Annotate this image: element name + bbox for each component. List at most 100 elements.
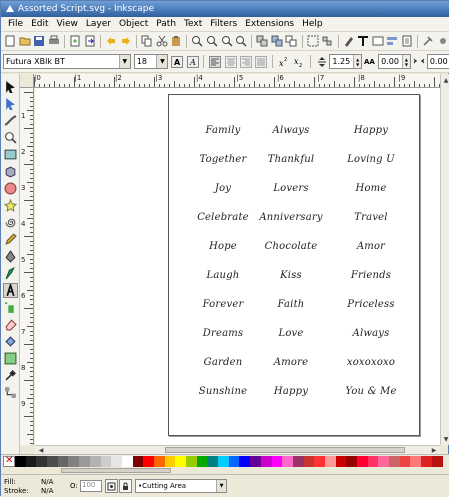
script-word[interactable]: Lovers bbox=[273, 183, 308, 194]
script-word[interactable]: Happy bbox=[274, 386, 308, 397]
script-word[interactable]: Amore bbox=[274, 357, 308, 368]
color-swatch[interactable] bbox=[218, 455, 229, 467]
color-swatch[interactable] bbox=[346, 455, 357, 467]
spin-arrows-icon[interactable]: ▲ ▼ bbox=[353, 55, 362, 68]
duplicate-icon[interactable] bbox=[256, 34, 269, 48]
menu-view[interactable]: View bbox=[53, 19, 82, 29]
unlink-clone-icon[interactable] bbox=[285, 34, 298, 48]
menu-text[interactable]: Text bbox=[180, 19, 206, 29]
italic-icon[interactable]: A bbox=[186, 55, 199, 69]
script-word[interactable]: Amor bbox=[357, 241, 385, 252]
redo-icon[interactable] bbox=[119, 34, 132, 48]
new-document-icon[interactable] bbox=[4, 34, 17, 48]
dropdown-arrow-icon[interactable]: ▼ bbox=[156, 55, 168, 68]
align-left-icon[interactable] bbox=[208, 55, 222, 69]
more-icon[interactable] bbox=[437, 34, 449, 48]
menu-edit[interactable]: Edit bbox=[27, 19, 52, 29]
script-word[interactable]: Family bbox=[206, 125, 241, 136]
color-swatch[interactable] bbox=[357, 455, 368, 467]
dropper-tool-icon[interactable] bbox=[3, 368, 18, 383]
color-swatch[interactable] bbox=[410, 455, 422, 467]
node-tool-icon[interactable] bbox=[3, 96, 18, 111]
group-icon[interactable] bbox=[307, 34, 320, 48]
undo-icon[interactable] bbox=[105, 34, 118, 48]
paint-bucket-tool-icon[interactable] bbox=[3, 334, 18, 349]
export-icon[interactable] bbox=[83, 34, 96, 48]
color-swatch[interactable] bbox=[15, 455, 26, 467]
color-swatch[interactable] bbox=[303, 455, 315, 467]
ungroup-icon[interactable] bbox=[321, 34, 334, 48]
script-word[interactable]: Anniversary bbox=[259, 212, 322, 223]
gradient-tool-icon[interactable] bbox=[3, 351, 18, 366]
preferences-icon[interactable] bbox=[422, 34, 435, 48]
eraser-tool-icon[interactable] bbox=[3, 317, 18, 332]
document-page[interactable]: Family Always Happy Together Thankful Loving … bbox=[168, 94, 420, 436]
script-word[interactable]: Faith bbox=[278, 299, 305, 310]
scroll-right-icon[interactable]: ▶ bbox=[430, 446, 438, 454]
word-spacing-field[interactable]: 0.00 bbox=[426, 54, 449, 69]
dropdown-arrow-icon[interactable]: ▼ bbox=[118, 55, 130, 68]
paste-icon[interactable] bbox=[170, 34, 183, 48]
color-swatch[interactable] bbox=[121, 455, 133, 467]
color-swatch[interactable] bbox=[47, 455, 58, 467]
text-tool-icon[interactable] bbox=[3, 283, 18, 298]
script-word[interactable]: Chocolate bbox=[265, 241, 318, 252]
color-swatch[interactable] bbox=[378, 455, 390, 467]
script-word[interactable]: Travel bbox=[354, 212, 387, 223]
selector-tool-icon[interactable] bbox=[3, 79, 18, 94]
vertical-ruler[interactable]: 1 2 3 4 5 6 7 8 9 bbox=[20, 88, 34, 445]
color-swatch[interactable] bbox=[57, 455, 69, 467]
script-word[interactable]: Hope bbox=[209, 241, 237, 252]
layer-lock-icon[interactable] bbox=[119, 479, 132, 493]
import-icon[interactable] bbox=[69, 34, 82, 48]
color-swatch[interactable] bbox=[89, 455, 101, 467]
document-properties-icon[interactable] bbox=[401, 34, 414, 48]
star-tool-icon[interactable] bbox=[3, 198, 18, 213]
zoom-page-icon[interactable] bbox=[220, 34, 233, 48]
menu-filters[interactable]: Filters bbox=[206, 19, 241, 29]
align-distribute-icon[interactable] bbox=[386, 34, 399, 48]
color-swatch[interactable] bbox=[431, 455, 443, 467]
script-word[interactable]: You & Me bbox=[345, 386, 396, 397]
align-center-icon[interactable] bbox=[224, 55, 237, 69]
zoom-width-icon[interactable] bbox=[235, 34, 248, 48]
script-word[interactable]: xoxoxoxo bbox=[347, 357, 395, 368]
spin-arrows-icon[interactable]: ▲ ▼ bbox=[401, 55, 410, 68]
line-spacing-field[interactable]: 1.25 ▲ ▼ bbox=[329, 54, 363, 69]
scroll-thumb[interactable] bbox=[165, 447, 405, 453]
color-swatch[interactable] bbox=[164, 455, 176, 467]
menu-extensions[interactable]: Extensions bbox=[241, 19, 298, 29]
pen-tool-icon[interactable] bbox=[3, 249, 18, 264]
clone-icon[interactable] bbox=[271, 34, 284, 48]
menu-file[interactable]: File bbox=[4, 19, 27, 29]
script-word[interactable]: Dreams bbox=[203, 328, 244, 339]
color-swatch[interactable] bbox=[335, 455, 347, 467]
menu-path[interactable]: Path bbox=[152, 19, 180, 29]
opacity-field[interactable]: 100 bbox=[80, 480, 102, 492]
fill-value[interactable]: N/A bbox=[41, 478, 53, 486]
script-word[interactable]: Laugh bbox=[207, 270, 240, 281]
text-font-icon[interactable] bbox=[357, 34, 370, 48]
dropdown-arrow-icon[interactable]: ▼ bbox=[216, 480, 226, 492]
script-word[interactable]: Forever bbox=[203, 299, 244, 310]
color-swatch[interactable] bbox=[399, 455, 411, 467]
script-word[interactable]: Kiss bbox=[280, 270, 302, 281]
scroll-left-icon[interactable]: ◀ bbox=[37, 446, 45, 454]
vertical-scrollbar[interactable]: ▲ ▼ bbox=[440, 74, 449, 445]
align-right-icon[interactable] bbox=[239, 55, 252, 69]
script-word[interactable]: Sunshine bbox=[199, 386, 247, 397]
color-swatch[interactable] bbox=[292, 455, 304, 467]
color-swatch[interactable] bbox=[143, 455, 154, 467]
bold-icon[interactable]: A bbox=[170, 55, 184, 69]
spiral-tool-icon[interactable] bbox=[3, 215, 18, 230]
color-swatch[interactable] bbox=[314, 455, 325, 467]
color-swatch[interactable] bbox=[196, 455, 208, 467]
color-swatch[interactable] bbox=[207, 455, 219, 467]
color-swatch[interactable] bbox=[100, 455, 112, 467]
horizontal-scrollbar[interactable]: ◀ ▶ bbox=[35, 445, 440, 454]
script-word[interactable]: Garden bbox=[204, 357, 243, 368]
superscript-icon[interactable]: x2 bbox=[277, 55, 290, 69]
scroll-up-icon[interactable]: ▲ bbox=[442, 76, 449, 84]
color-swatch[interactable] bbox=[153, 455, 165, 467]
open-icon[interactable] bbox=[19, 34, 32, 48]
